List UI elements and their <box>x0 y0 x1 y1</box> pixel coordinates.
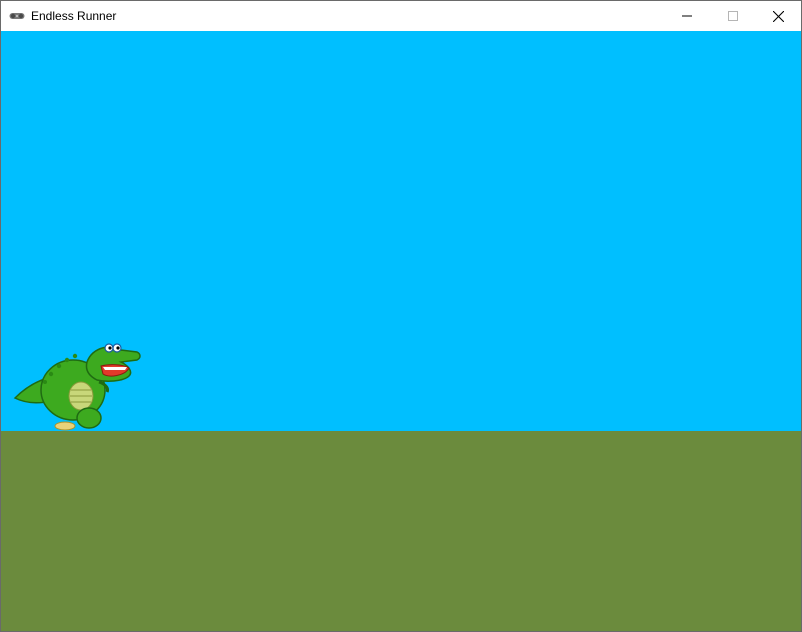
player-dinosaur <box>13 343 141 431</box>
app-window: Endless Runner <box>0 0 802 632</box>
title-bar[interactable]: Endless Runner <box>1 1 801 31</box>
window-title: Endless Runner <box>31 9 117 23</box>
minimize-icon <box>682 15 692 17</box>
minimize-button[interactable] <box>664 1 710 31</box>
close-icon <box>773 11 784 22</box>
maximize-button[interactable] <box>710 1 756 31</box>
ground <box>1 431 801 631</box>
close-button[interactable] <box>755 1 801 31</box>
gamepad-icon <box>9 9 25 21</box>
game-canvas[interactable] <box>1 31 801 631</box>
maximize-icon <box>728 11 738 21</box>
